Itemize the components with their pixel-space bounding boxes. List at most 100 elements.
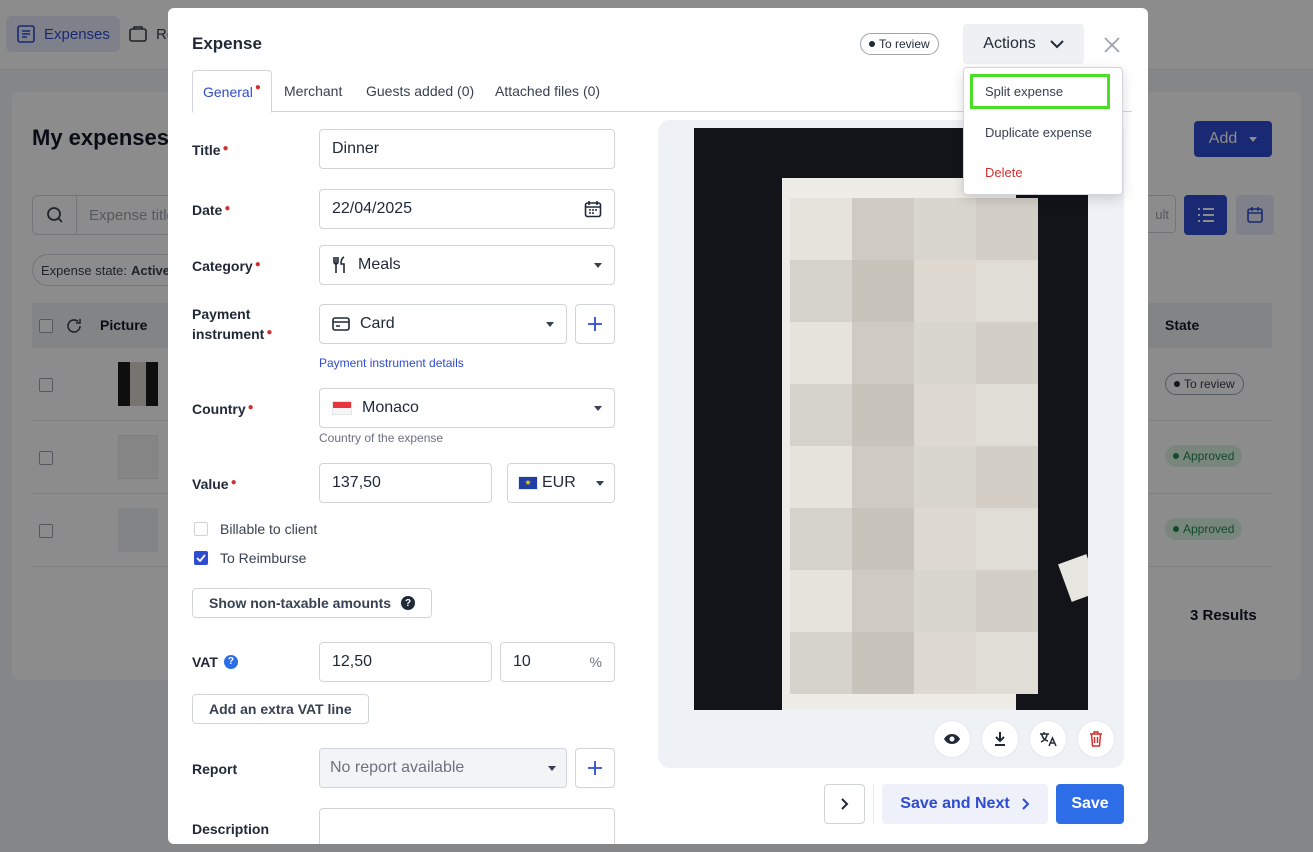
tab-general-label: General [203, 83, 253, 100]
vat-rate-input[interactable]: 10% [500, 642, 615, 682]
date-input[interactable]: 22/04/2025 [319, 189, 615, 229]
help-icon[interactable]: ? [401, 596, 416, 610]
payment-label-line2: instrument [192, 326, 265, 342]
show-non-taxable-label: Show non-taxable amounts [209, 595, 392, 611]
actions-label: Actions [983, 35, 1036, 52]
view-button[interactable] [933, 720, 971, 758]
save-and-next-button[interactable]: Save and Next [882, 784, 1048, 824]
mosaic-cell [914, 260, 976, 322]
title-label-text: Title [192, 142, 221, 158]
country-value: Monaco [362, 399, 419, 416]
payment-instrument-select[interactable]: Card [319, 304, 567, 344]
payment-instrument-label: Payment instrument ● [192, 304, 272, 347]
save-button[interactable]: Save [1056, 784, 1124, 824]
category-select[interactable]: Meals [319, 245, 615, 285]
tab-guests-label: Guests added (0) [366, 83, 475, 99]
mosaic-cell [914, 570, 976, 632]
translate-button[interactable] [1029, 720, 1067, 758]
monaco-flag-icon [332, 401, 352, 415]
vat-rate: 10 [513, 653, 531, 670]
menu-item-label: Duplicate expense [985, 124, 1092, 140]
pixelated-receipt-content [790, 198, 1038, 694]
payment-instrument-details-link[interactable]: Payment instrument details [319, 356, 464, 370]
mosaic-cell [914, 632, 976, 694]
show-non-taxable-button[interactable]: Show non-taxable amounts? [192, 588, 433, 618]
title-input[interactable]: Dinner [319, 129, 615, 169]
chevron-down-icon [594, 405, 602, 411]
country-label: Country ● [192, 399, 254, 422]
date-label: Date ● [192, 200, 230, 223]
add-extra-vat-line-button[interactable]: Add an extra VAT line [192, 694, 369, 724]
receipt-fragment [1058, 554, 1088, 602]
vat-label-text: VAT [192, 654, 218, 670]
next-expense-button[interactable] [824, 784, 865, 824]
save-label: Save [1071, 795, 1109, 812]
calendar-icon[interactable] [584, 200, 602, 218]
actions-button[interactable]: Actions [963, 24, 1084, 64]
mosaic-cell [852, 446, 914, 508]
status-dot-icon [869, 41, 875, 47]
billable-checkbox[interactable] [194, 522, 208, 536]
close-icon [1104, 37, 1120, 53]
vat-amount: 12,50 [332, 653, 373, 670]
tab-merchant[interactable]: Merchant [274, 70, 352, 112]
required-dot-icon: ● [266, 327, 273, 338]
report-select[interactable]: No report available [319, 748, 567, 788]
actions-dropdown-menu: Split expense Duplicate expense Delete [963, 67, 1123, 195]
menu-item-delete[interactable]: Delete [964, 152, 1124, 192]
modal-title: Expense [192, 34, 262, 53]
tab-general[interactable]: General ● [192, 70, 272, 113]
reimburse-label: To Reimburse [220, 550, 307, 566]
mosaic-cell [976, 384, 1038, 446]
tab-guests[interactable]: Guests added (0) [356, 70, 484, 112]
reimburse-checkbox[interactable] [194, 551, 208, 565]
value-label-text: Value [192, 476, 229, 492]
mosaic-cell [790, 632, 852, 694]
currency-select[interactable]: ★ EUR [507, 463, 615, 503]
eye-icon [944, 734, 960, 744]
required-dot-icon: ● [224, 203, 231, 214]
mosaic-cell [852, 570, 914, 632]
required-dot-icon: ● [254, 82, 261, 93]
receipt-paper [782, 178, 1038, 710]
report-value: No report available [330, 759, 465, 776]
add-extra-vat-line-label: Add an extra VAT line [209, 701, 352, 717]
value-input[interactable]: 137,50 [319, 463, 492, 503]
mosaic-cell [976, 446, 1038, 508]
eu-flag-icon: ★ [518, 476, 538, 490]
menu-item-duplicate-expense[interactable]: Duplicate expense [964, 112, 1124, 152]
download-button[interactable] [981, 720, 1019, 758]
tab-attached-files[interactable]: Attached files (0) [485, 70, 610, 112]
mosaic-cell [790, 446, 852, 508]
title-label: Title ● [192, 140, 229, 163]
plus-icon [588, 761, 602, 775]
mosaic-cell [790, 508, 852, 570]
close-button[interactable] [1101, 34, 1123, 56]
trash-icon [1090, 731, 1102, 747]
menu-item-split-expense[interactable]: Split expense [970, 74, 1110, 109]
plus-icon [588, 317, 602, 331]
delete-file-button[interactable] [1077, 720, 1115, 758]
divider [873, 784, 874, 824]
mosaic-cell [852, 260, 914, 322]
mosaic-cell [976, 632, 1038, 694]
help-icon[interactable]: ? [223, 655, 238, 669]
card-icon [332, 317, 350, 331]
fork-knife-icon [333, 256, 345, 273]
required-dot-icon: ● [222, 143, 229, 154]
mosaic-cell [976, 508, 1038, 570]
country-select[interactable]: Monaco [319, 388, 615, 428]
menu-item-label: Delete [985, 164, 1023, 180]
vat-amount-input[interactable]: 12,50 [319, 642, 492, 682]
add-report-button[interactable] [575, 748, 615, 788]
value-label: Value ● [192, 474, 237, 497]
chevron-down-icon [548, 765, 556, 771]
country-helper: Country of the expense [319, 431, 444, 445]
mosaic-cell [790, 570, 852, 632]
vat-label: VAT? [192, 652, 238, 672]
mosaic-cell [976, 322, 1038, 384]
description-textarea[interactable] [319, 808, 615, 844]
add-payment-instrument-button[interactable] [575, 304, 615, 344]
required-dot-icon: ● [247, 402, 254, 413]
currency-value: EUR [542, 474, 576, 491]
